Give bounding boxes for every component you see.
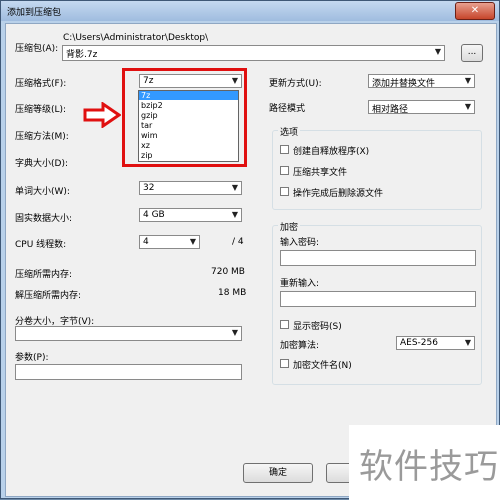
chevron-down-icon: ▼ <box>464 102 471 111</box>
cpu-label: CPU 线程数: <box>15 240 67 250</box>
delete-after-label: 操作完成后删除源文件 <box>293 189 384 199</box>
encryption-title: 加密 <box>278 220 301 233</box>
title-bar: 添加到压缩包 ✕ <box>1 1 499 21</box>
add-to-archive-dialog: 添加到压缩包 ✕ 压缩包(A): C:\Users\Administrator\… <box>0 0 500 500</box>
word-size-value: 32 <box>143 183 155 193</box>
word-label: 单词大小(W): <box>15 187 70 197</box>
red-arrow-icon <box>83 102 121 128</box>
encryption-method-value: AES-256 <box>400 338 438 348</box>
path-mode-combo[interactable]: 相对路径 ▼ <box>368 100 475 115</box>
archive-filename: 背影.7z <box>66 50 98 60</box>
dict-label: 字典大小(D): <box>15 159 68 169</box>
repeat-password-label: 重新输入: <box>280 279 320 289</box>
options-title: 选项 <box>278 125 301 138</box>
chevron-down-icon: ▼ <box>231 210 238 219</box>
shared-checkbox[interactable] <box>280 166 289 175</box>
solid-size-combo[interactable]: 4 GB ▼ <box>139 208 242 222</box>
chevron-down-icon: ▼ <box>231 328 238 337</box>
show-password-checkbox[interactable] <box>280 320 289 329</box>
solid-label: 固实数据大小: <box>15 214 73 224</box>
mem-decomp-value: 18 MB <box>218 288 247 298</box>
mem-comp-value: 720 MB <box>211 267 245 277</box>
archive-name-combo[interactable]: 背影.7z ▼ <box>62 45 445 61</box>
method-label: 压缩方法(M): <box>15 132 69 142</box>
update-mode-label: 更新方式(U): <box>269 79 322 89</box>
close-icon: ✕ <box>470 5 480 16</box>
sfx-label: 创建自释放程序(X) <box>293 147 370 157</box>
close-button[interactable]: ✕ <box>455 2 495 20</box>
update-mode-value: 添加并替换文件 <box>372 79 436 89</box>
window-title: 添加到压缩包 <box>7 8 62 18</box>
password-label: 输入密码: <box>280 238 320 248</box>
format-label: 压缩格式(F): <box>15 79 67 89</box>
shared-label: 压缩共享文件 <box>293 168 348 178</box>
ok-button[interactable]: 确定 <box>243 463 313 483</box>
solid-size-value: 4 GB <box>143 210 165 220</box>
watermark-panel: 软件技巧 <box>349 425 500 500</box>
path-mode-label: 路径模式 <box>269 104 306 114</box>
cpu-threads-value: 4 <box>143 237 149 247</box>
mem-comp-label: 压缩所需内存: <box>15 270 73 280</box>
encrypt-names-label: 加密文件名(N) <box>293 361 352 371</box>
cpu-total: / 4 <box>232 237 244 247</box>
encryption-method-combo[interactable]: AES-256 ▼ <box>396 336 475 350</box>
mem-decomp-label: 解压缩所需内存: <box>15 291 82 301</box>
show-password-label: 显示密码(S) <box>293 322 342 332</box>
archive-path: C:\Users\Administrator\Desktop\ <box>63 33 209 43</box>
params-input[interactable] <box>15 364 242 380</box>
delete-after-checkbox[interactable] <box>280 187 289 196</box>
word-size-combo[interactable]: 32 ▼ <box>139 181 242 195</box>
update-mode-combo[interactable]: 添加并替换文件 ▼ <box>368 74 475 89</box>
repeat-password-input[interactable] <box>280 291 476 307</box>
browse-button[interactable]: ... <box>461 44 483 62</box>
chevron-down-icon: ▼ <box>189 237 196 246</box>
encryption-method-label: 加密算法: <box>280 341 320 351</box>
password-input[interactable] <box>280 250 476 266</box>
level-label: 压缩等级(L): <box>15 105 67 115</box>
cpu-threads-combo[interactable]: 4 ▼ <box>139 235 200 249</box>
params-label: 参数(P): <box>15 353 49 363</box>
chevron-down-icon: ▼ <box>231 183 238 192</box>
sfx-checkbox[interactable] <box>280 145 289 154</box>
chevron-down-icon: ▼ <box>434 47 441 56</box>
encrypt-names-checkbox[interactable] <box>280 359 289 368</box>
chevron-down-icon: ▼ <box>464 76 471 85</box>
chevron-down-icon: ▼ <box>464 338 471 347</box>
split-size-combo[interactable]: ▼ <box>15 326 242 341</box>
path-mode-value: 相对路径 <box>372 105 409 115</box>
highlight-box <box>122 68 247 167</box>
archive-label: 压缩包(A): <box>15 44 59 54</box>
watermark-text: 软件技巧 <box>359 447 499 487</box>
